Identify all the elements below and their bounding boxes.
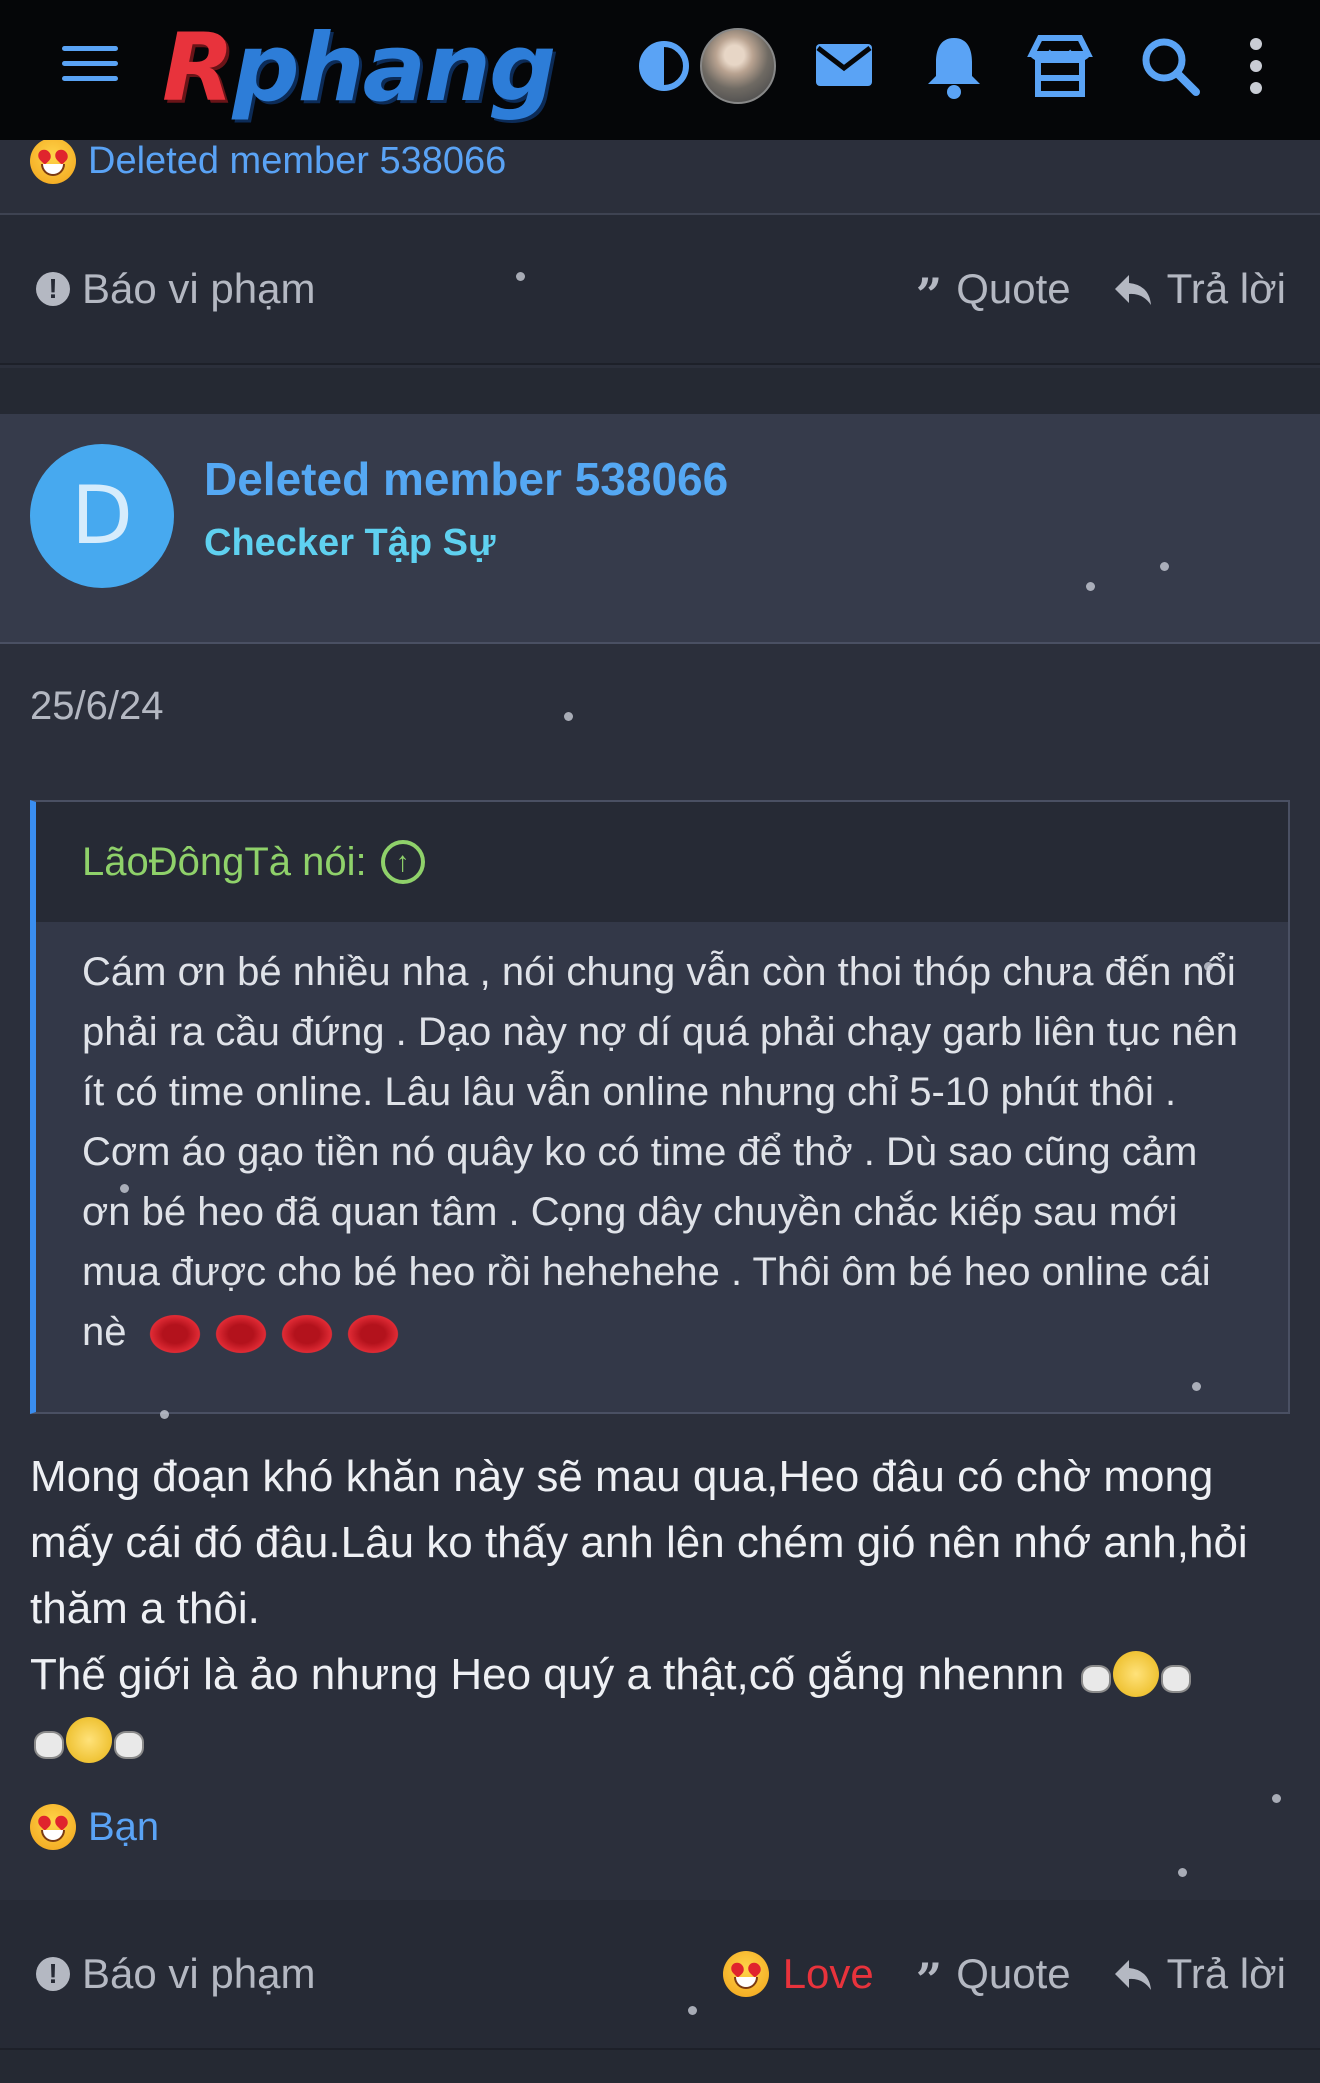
snow-particle bbox=[1160, 562, 1169, 571]
post-action-bar: ! Báo vi phạm Love ” Quote Trả lời bbox=[0, 1900, 1320, 2050]
kiss-lips-icon bbox=[211, 1312, 270, 1357]
user-avatar[interactable] bbox=[700, 28, 776, 104]
quote-header[interactable]: LãoĐôngTà nói: ↑ bbox=[36, 802, 1288, 922]
previous-post-reactions: Deleted member 538066 bbox=[0, 130, 1320, 215]
clapping-sun-emoji-icon bbox=[30, 1713, 148, 1773]
warning-icon: ! bbox=[36, 272, 70, 306]
heart-eyes-emoji-icon bbox=[722, 1951, 769, 1997]
author-avatar[interactable]: D bbox=[30, 444, 174, 588]
quote-button[interactable]: ” Quote bbox=[915, 1950, 1071, 2007]
reply-icon bbox=[1114, 275, 1151, 305]
page-bottom-strip bbox=[0, 2050, 1320, 2083]
love-label: Love bbox=[782, 1950, 874, 1997]
quote-button[interactable]: ” Quote bbox=[915, 265, 1071, 322]
author-rank: Checker Tập Sự bbox=[204, 522, 496, 564]
bell-icon[interactable] bbox=[918, 30, 990, 102]
jump-to-quote-icon[interactable]: ↑ bbox=[380, 840, 425, 884]
kiss-lips-icon bbox=[277, 1312, 336, 1357]
snow-particle bbox=[1192, 1382, 1201, 1391]
post-body: 25/6/24 LãoĐôngTà nói: ↑ Cám ơn bé nhiều… bbox=[0, 644, 1320, 1900]
kiss-lips-icon bbox=[343, 1312, 402, 1357]
reply-label: Trả lời bbox=[1166, 265, 1286, 312]
reaction-user-link[interactable]: Deleted member 538066 bbox=[88, 140, 506, 183]
snow-particle bbox=[160, 1410, 169, 1419]
post-date[interactable]: 25/6/24 bbox=[30, 684, 163, 729]
warning-icon: ! bbox=[36, 1957, 70, 1991]
reply-icon bbox=[1114, 1960, 1151, 1990]
post-reaction-summary[interactable]: Bạn bbox=[30, 1804, 159, 1850]
quote-author: LãoĐôngTà nói: bbox=[82, 839, 367, 884]
more-vertical-icon[interactable] bbox=[1220, 30, 1292, 102]
snow-particle bbox=[564, 712, 573, 721]
reply-label: Trả lời bbox=[1166, 1950, 1286, 1997]
report-label: Báo vi phạm bbox=[82, 265, 316, 312]
snow-particle bbox=[516, 272, 525, 281]
kiss-lips-icon bbox=[145, 1312, 204, 1357]
snow-particle bbox=[1272, 1794, 1281, 1803]
love-reaction-button[interactable]: Love bbox=[722, 1950, 874, 1998]
contrast-icon[interactable] bbox=[628, 30, 700, 102]
post-author-header: D Deleted member 538066 Checker Tập Sự bbox=[0, 414, 1320, 644]
report-button[interactable]: ! Báo vi phạm bbox=[36, 265, 315, 313]
store-icon[interactable] bbox=[1024, 30, 1096, 102]
quote-icon: ” bbox=[915, 1953, 943, 2007]
hamburger-icon[interactable] bbox=[62, 46, 118, 86]
snow-particle bbox=[1086, 582, 1095, 591]
site-logo[interactable]: Rphang bbox=[162, 14, 556, 124]
search-icon[interactable] bbox=[1134, 30, 1206, 102]
snow-particle bbox=[120, 1184, 129, 1193]
reaction-user-link[interactable]: Bạn bbox=[88, 1805, 159, 1850]
report-button[interactable]: ! Báo vi phạm bbox=[36, 1950, 315, 1998]
post-message: Mong đoạn khó khăn này sẽ mau qua,Heo đâ… bbox=[30, 1444, 1290, 1774]
report-label: Báo vi phạm bbox=[82, 1950, 316, 1997]
reply-button[interactable]: Trả lời bbox=[1113, 1950, 1286, 1998]
author-username[interactable]: Deleted member 538066 bbox=[204, 452, 728, 506]
reaction-summary[interactable]: Deleted member 538066 bbox=[30, 138, 506, 184]
snow-particle bbox=[688, 2006, 697, 2015]
heart-eyes-emoji-icon bbox=[30, 1804, 76, 1850]
post-separator bbox=[0, 368, 1320, 414]
reply-button[interactable]: Trả lời bbox=[1113, 265, 1286, 313]
message-paragraph-1: Mong đoạn khó khăn này sẽ mau qua,Heo đâ… bbox=[30, 1452, 1248, 1633]
quote-text: Cám ơn bé nhiều nha , nói chung vẫn còn … bbox=[82, 950, 1238, 1354]
snow-particle bbox=[1204, 962, 1213, 971]
previous-post-action-bar: ! Báo vi phạm ” Quote Trả lời bbox=[0, 215, 1320, 365]
message-line-2: Thế giới là ảo nhưng Heo quý a thật,cố g… bbox=[30, 1650, 1065, 1699]
message-paragraph-2: Thế giới là ảo nhưng Heo quý a thật,cố g… bbox=[30, 1642, 1290, 1774]
top-navigation-bar: Rphang bbox=[0, 0, 1320, 140]
quote-label: Quote bbox=[956, 265, 1071, 312]
mail-icon[interactable] bbox=[808, 30, 880, 102]
heart-eyes-emoji-icon bbox=[30, 138, 76, 184]
clapping-sun-emoji-icon bbox=[1077, 1647, 1195, 1707]
quote-icon: ” bbox=[915, 268, 943, 322]
quote-label: Quote bbox=[956, 1950, 1071, 1997]
quote-content: Cám ơn bé nhiều nha , nói chung vẫn còn … bbox=[36, 922, 1288, 1362]
snow-particle bbox=[1178, 1868, 1187, 1877]
quote-block: LãoĐôngTà nói: ↑ Cám ơn bé nhiều nha , n… bbox=[30, 800, 1290, 1414]
